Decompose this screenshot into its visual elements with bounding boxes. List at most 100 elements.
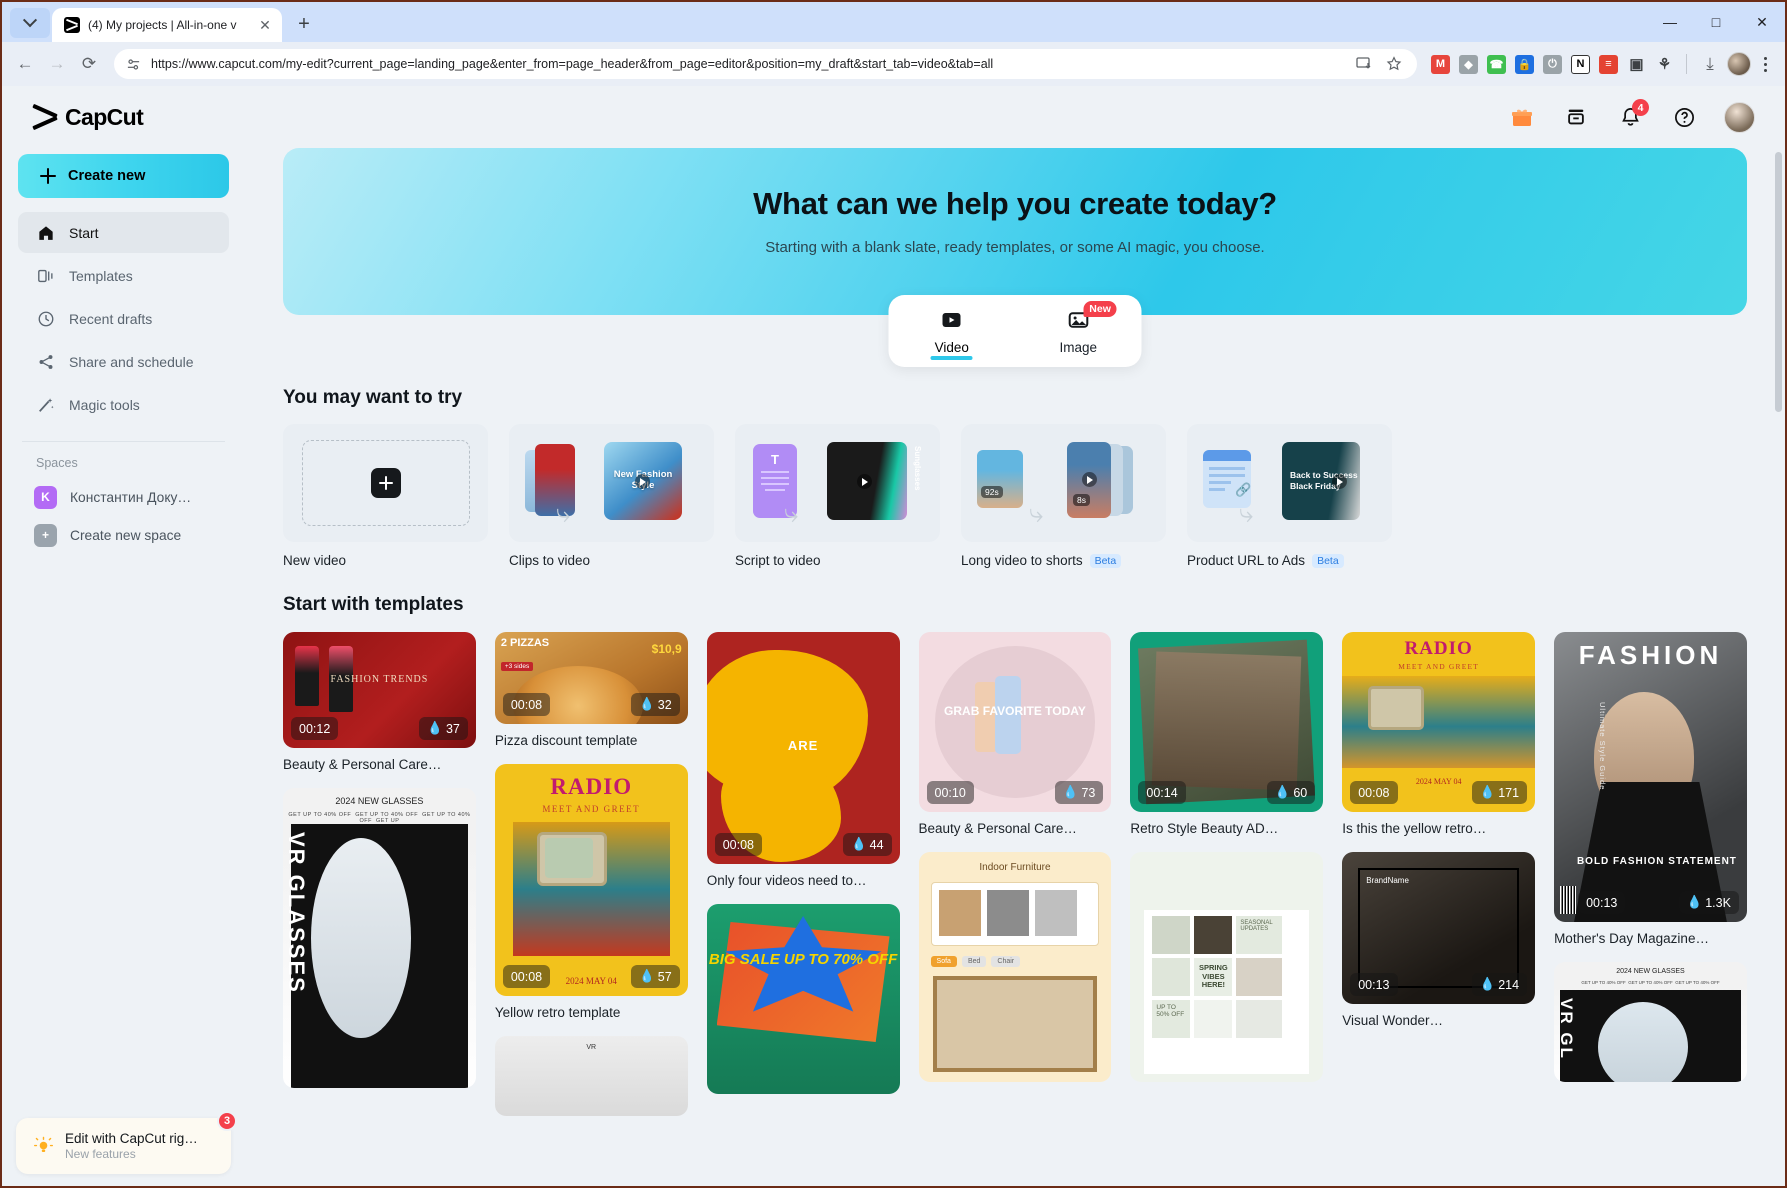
duration-badge: 00:08 [714, 833, 762, 856]
dashed-drop-area [301, 440, 470, 526]
beta-badge: Beta [1312, 553, 1344, 568]
template-thumb: FASHION Ultimate Style Guide BOLD FASHIO… [1554, 632, 1747, 922]
create-new-button[interactable]: Create new [18, 154, 229, 198]
duration-badge: 00:08 [1350, 781, 1398, 804]
capcut-logo-icon [32, 104, 58, 130]
site-settings-icon[interactable] [124, 55, 142, 73]
archive-icon[interactable] [1562, 103, 1590, 131]
try-section-title: You may want to try [283, 387, 463, 408]
tab-video[interactable]: Video [889, 295, 1016, 367]
likes-badge: 💧 57 [631, 965, 680, 988]
capcut-logo[interactable]: CapCut [18, 86, 229, 148]
try-card-clips-to-video[interactable]: New Fashion Style ⤷ Clips to video [509, 424, 714, 568]
template-card[interactable]: FASHION TRENDS 00:12 💧 37 Beauty & Perso… [283, 632, 476, 772]
template-art-text: RADIO [1404, 638, 1473, 659]
spring-up-to: UP TO 50% OFF [1152, 1000, 1191, 1038]
profile-avatar[interactable] [1727, 52, 1751, 76]
url-text: https://www.capcut.com/my-edit?current_p… [151, 57, 994, 71]
try-card-script-to-video[interactable]: T Sunglasses ⤷ Script to video [735, 424, 940, 568]
template-thumb: BIG SALE UP TO 70% OFF [706, 904, 900, 1094]
address-bar[interactable]: https://www.capcut.com/my-edit?current_p… [114, 49, 1417, 79]
sidebar-item-start[interactable]: Start [18, 212, 229, 253]
spaces-label: Spaces [36, 456, 78, 470]
template-card[interactable]: SEASONAL UPDATES SPRING VIBES HERE! UP T… [1130, 852, 1324, 1082]
promo-subtitle: New features [65, 1147, 136, 1161]
whatsapp-extension-icon[interactable]: ☎ [1487, 54, 1506, 74]
template-card[interactable]: 2024 NEW GLASSES GET UP TO 40% OFF GET U… [283, 788, 476, 1088]
promo-card[interactable]: Edit with CapCut rig… New features 3 [16, 1111, 237, 1174]
main-area: 4 What can we help you create today? Sta… [245, 86, 1785, 1186]
try-card-long-video-to-shorts[interactable]: 92s 8s ⤷ Long video to shorts Beta [961, 424, 1166, 568]
template-card[interactable]: GRAB FAVORITE TODAY 00:10 💧 73 Beauty & … [918, 632, 1112, 836]
minimize-button[interactable]: — [1647, 2, 1693, 42]
chrome-apps-icon[interactable]: ▣ [1627, 55, 1646, 74]
gift-icon[interactable] [1508, 103, 1536, 131]
extensions-puzzle-icon[interactable]: ⚘ [1655, 55, 1674, 74]
sidebar-item-recent-drafts[interactable]: Recent drafts [18, 298, 229, 339]
clock-icon [36, 309, 55, 328]
try-thumb: T Sunglasses ⤷ [735, 424, 940, 542]
template-card[interactable]: 00:14 💧 60 Retro Style Beauty AD… [1130, 632, 1324, 836]
maximize-button[interactable]: □ [1693, 2, 1739, 42]
template-card[interactable]: FASHION Ultimate Style Guide BOLD FASHIO… [1554, 632, 1747, 946]
likes-badge: 💧 37 [419, 717, 468, 740]
sidebar-item-label: Share and schedule [69, 353, 194, 370]
page-scrollbar[interactable] [1775, 152, 1782, 412]
power-extension-icon[interactable]: ⏻ [1543, 54, 1562, 74]
template-card[interactable]: BIG SALE UP TO 70% OFF [706, 904, 900, 1094]
forward-button[interactable]: → [42, 49, 72, 79]
sidebar-item-magic-tools[interactable]: Magic tools [18, 384, 229, 425]
template-card[interactable]: Indoor Furniture Sofa Bed Chair [918, 852, 1112, 1082]
template-card[interactable]: 2 PIZZAS +3 sides $10,9 00:08 💧 32 Pizza… [494, 632, 688, 748]
bookmark-star-icon[interactable] [1385, 55, 1403, 73]
template-card[interactable]: ARE 00:08 💧 44 Only four videos need to… [706, 632, 900, 888]
promo-badge: 3 [217, 1111, 237, 1131]
template-thumb: FASHION TRENDS 00:12 💧 37 [283, 632, 476, 748]
feedly-extension-icon[interactable]: ◆ [1459, 54, 1478, 74]
seasonal-updates: SEASONAL UPDATES [1236, 916, 1283, 954]
template-card[interactable]: 2024 NEW GLASSES GET UP TO 40% OFF GET U… [1554, 962, 1747, 1082]
tab-search-dropdown[interactable] [10, 8, 50, 38]
lastpass-extension-icon[interactable]: 🔒 [1515, 54, 1534, 74]
notifications-bell-icon[interactable]: 4 [1616, 99, 1649, 131]
try-thumb: 92s 8s ⤷ [961, 424, 1166, 542]
template-thumb: ARE 00:08 💧 44 [706, 632, 900, 864]
close-tab-icon[interactable]: ✕ [256, 16, 274, 34]
three-dot-menu[interactable] [1753, 51, 1777, 77]
browser-toolbar: ← → ⟳ https://www.capcut.com/my-edit?cur… [2, 42, 1785, 86]
help-icon[interactable] [1670, 103, 1698, 131]
template-card[interactable]: RADIO MEET AND GREET 2024 MAY 04 00:08 💧… [1342, 632, 1536, 836]
duration-badge: 00:08 [502, 693, 551, 716]
tab-image[interactable]: Image New [1015, 295, 1142, 367]
back-button[interactable]: ← [10, 49, 40, 79]
try-thumb: 🔗 Back to Success Black Friday ⤷ [1187, 424, 1392, 542]
try-card-product-url-to-ads[interactable]: 🔗 Back to Success Black Friday ⤷ Product… [1187, 424, 1392, 568]
create-new-space-button[interactable]: + Create new space [18, 516, 229, 554]
template-card[interactable]: VR [494, 1036, 688, 1116]
try-card-new-video[interactable]: New video [283, 424, 488, 568]
reload-button[interactable]: ⟳ [74, 49, 104, 79]
template-card[interactable]: RADIO MEET AND GREET 00:08 2024 MAY 04 💧… [494, 764, 688, 1020]
space-item-user[interactable]: K Константин Доку… [18, 478, 229, 516]
template-thumb: GRAB FAVORITE TODAY 00:10 💧 73 [918, 632, 1112, 812]
sidebar-item-templates[interactable]: Templates [18, 255, 229, 296]
todoist-extension-icon[interactable]: ≡ [1599, 54, 1618, 74]
new-badge: New [1083, 301, 1117, 317]
template-thumb: 2 PIZZAS +3 sides $10,9 00:08 💧 32 [494, 632, 688, 724]
template-thumb: Indoor Furniture Sofa Bed Chair [918, 852, 1112, 1082]
radio-sub: MEET AND GREET [1398, 662, 1480, 671]
install-app-icon[interactable] [1355, 55, 1373, 73]
downloads-icon[interactable]: ⤓ [1695, 49, 1725, 79]
new-tab-button[interactable]: + [290, 10, 318, 38]
page-content: What can we help you create today? Start… [245, 148, 1785, 1186]
notion-extension-icon[interactable]: N [1571, 54, 1590, 74]
user-avatar[interactable] [1724, 101, 1755, 133]
browser-tab[interactable]: (4) My projects | All-in-one v ✕ [52, 8, 282, 42]
template-card[interactable]: BrandName 00:13 💧 214 Visual Wonder… [1342, 852, 1536, 1028]
try-card-label: Product URL to Ads [1187, 553, 1306, 568]
app-topbar: 4 [245, 86, 1785, 148]
close-window-button[interactable]: ✕ [1739, 2, 1785, 42]
gmail-extension-icon[interactable]: M [1431, 54, 1450, 74]
sidebar-item-share-and-schedule[interactable]: Share and schedule [18, 341, 229, 382]
chevron-down-icon [22, 13, 38, 28]
